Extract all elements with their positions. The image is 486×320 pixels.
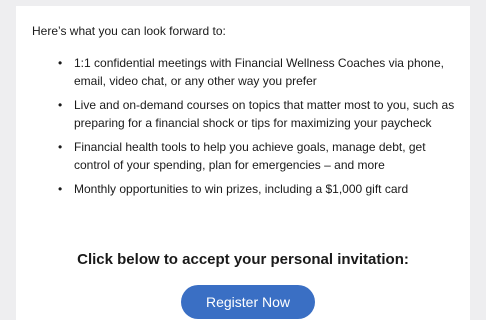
benefit-text: 1:1 confidential meetings with Financial…: [74, 56, 444, 88]
list-item: • 1:1 confidential meetings with Financi…: [58, 54, 458, 90]
benefit-text: Financial health tools to help you achie…: [74, 140, 426, 172]
cta-heading: Click below to accept your personal invi…: [77, 251, 409, 268]
list-item: • Live and on-demand courses on topics t…: [58, 96, 458, 132]
intro-text: Here’s what you can look forward to:: [32, 24, 226, 38]
benefit-text: Monthly opportunities to win prizes, inc…: [74, 182, 409, 196]
list-item: • Financial health tools to help you ach…: [58, 138, 458, 174]
email-content-card: Here’s what you can look forward to: • 1…: [16, 6, 470, 320]
benefits-list: • 1:1 confidential meetings with Financi…: [58, 54, 458, 204]
bullet-icon: •: [58, 56, 63, 70]
bullet-icon: •: [58, 182, 63, 196]
bullet-icon: •: [58, 140, 63, 154]
list-item: • Monthly opportunities to win prizes, i…: [58, 180, 458, 198]
register-now-button[interactable]: Register Now: [181, 285, 315, 319]
benefit-text: Live and on-demand courses on topics tha…: [74, 98, 455, 130]
bullet-icon: •: [58, 98, 63, 112]
